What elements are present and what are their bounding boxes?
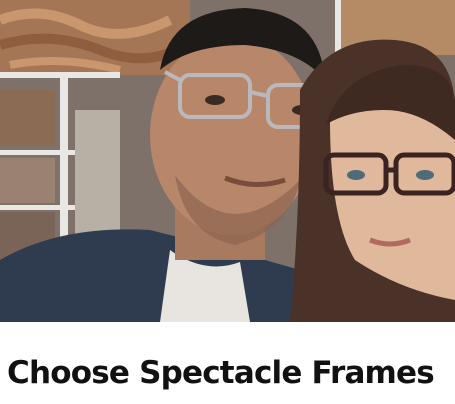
hero-image <box>0 0 455 322</box>
page-title: Choose Spectacle Frames <box>7 355 435 391</box>
photo-of-couple-wearing-glasses-icon <box>0 0 455 322</box>
